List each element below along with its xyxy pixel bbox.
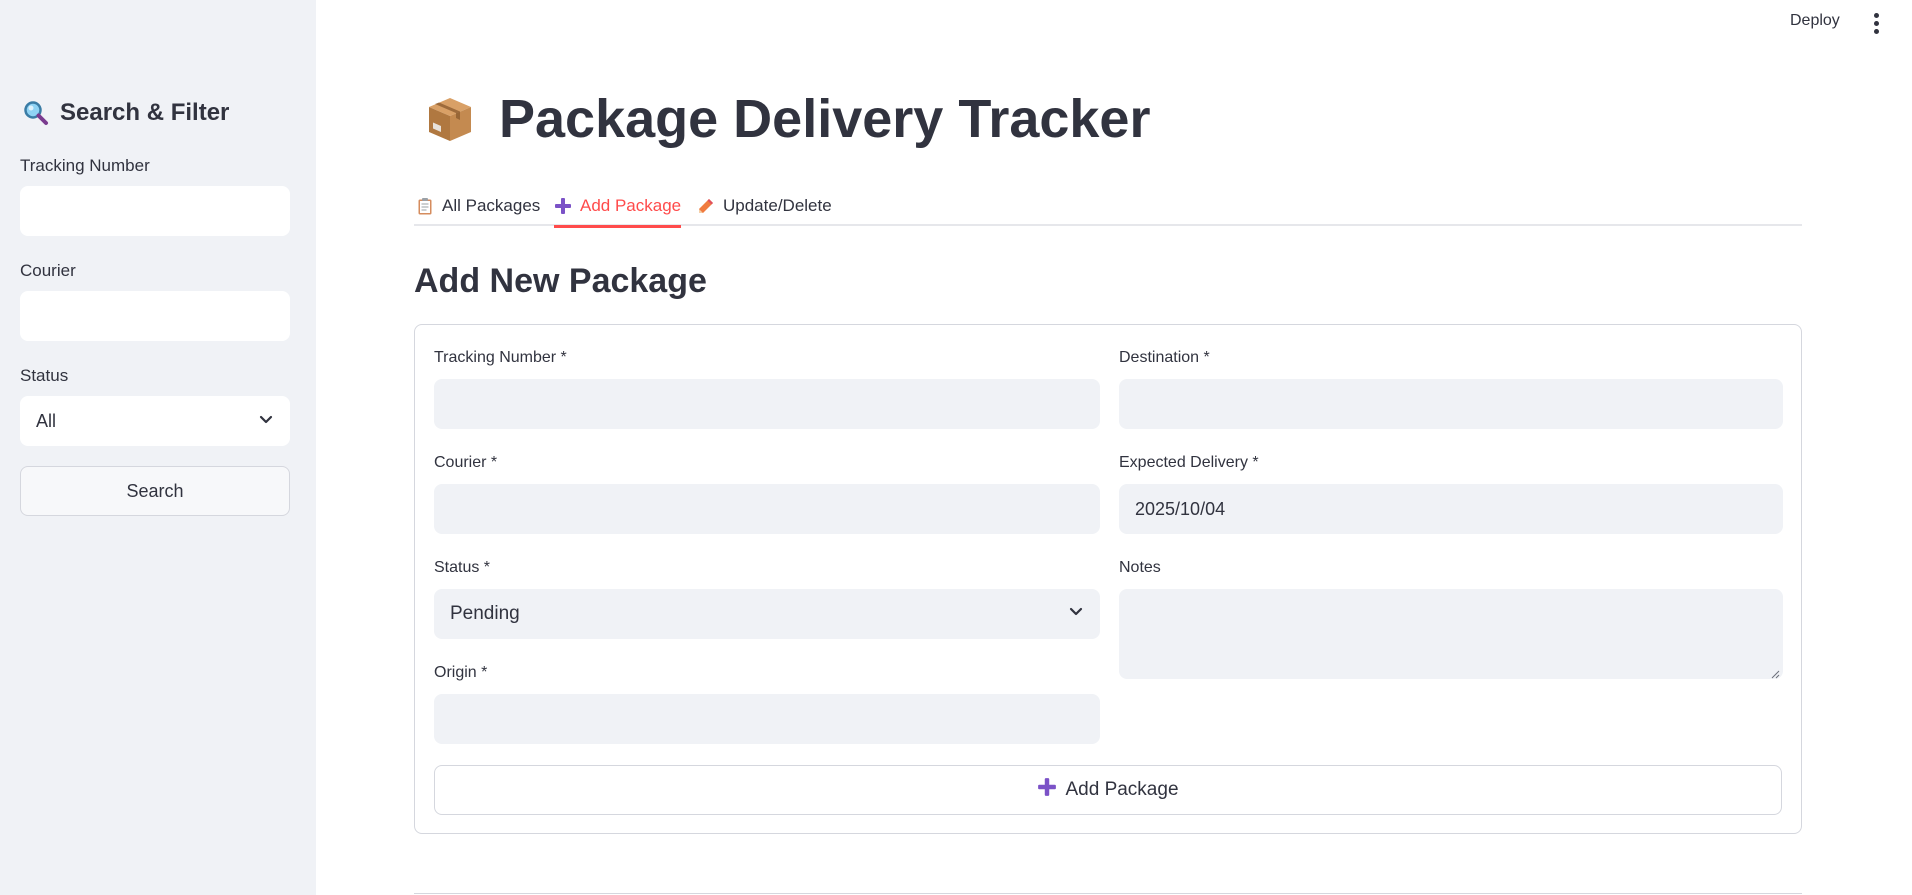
destination-field-label: Destination *	[1119, 349, 1210, 366]
pencil-icon	[697, 197, 715, 215]
plus-icon	[554, 197, 572, 215]
page-title-text: Package Delivery Tracker	[499, 89, 1151, 149]
tab-update-delete[interactable]: Update/Delete	[697, 186, 832, 226]
page-title: Package Delivery Tracker	[423, 88, 1150, 150]
status-select[interactable]: Pending	[434, 589, 1100, 639]
destination-field[interactable]	[1119, 379, 1783, 429]
courier-field-label: Courier *	[434, 454, 498, 471]
add-package-form: Tracking Number * Courier * Status * Pen…	[414, 324, 1802, 834]
divider	[414, 893, 1802, 894]
search-button[interactable]: Search	[20, 466, 290, 516]
sidebar-courier-input[interactable]	[20, 291, 290, 341]
status-field-label: Status *	[434, 559, 491, 576]
tracking-number-label: Tracking Number	[20, 156, 150, 175]
chevron-down-icon	[1068, 603, 1084, 625]
deploy-button[interactable]: Deploy	[1790, 12, 1840, 30]
courier-field[interactable]	[434, 484, 1100, 534]
plus-icon	[1037, 777, 1057, 803]
sidebar-status-select[interactable]: All	[20, 396, 290, 446]
notes-textarea[interactable]	[1119, 589, 1783, 679]
tab-label: All Packages	[442, 196, 541, 215]
sidebar-tracking-input[interactable]	[20, 186, 290, 236]
add-package-button[interactable]: Add Package	[434, 765, 1782, 815]
tab-all-packages[interactable]: All Packages	[416, 186, 540, 226]
sidebar: Search & Filter Tracking Number Courier …	[0, 0, 316, 895]
sidebar-title: Search & Filter	[22, 99, 229, 127]
package-icon	[423, 92, 477, 146]
expected-delivery-field[interactable]: 2025/10/04	[1119, 484, 1783, 534]
tab-label: Update/Delete	[723, 196, 832, 215]
magnifier-icon	[22, 99, 50, 127]
status-label: Status	[20, 366, 69, 385]
chevron-down-icon	[258, 411, 274, 432]
resize-handle-icon[interactable]	[1770, 666, 1780, 679]
status-select-value: Pending	[450, 603, 520, 624]
courier-label: Courier	[20, 261, 76, 280]
add-package-button-label: Add Package	[1065, 779, 1179, 800]
clipboard-icon	[416, 197, 434, 215]
section-title: Add New Package	[414, 262, 707, 300]
tab-bar: All Packages Add Package Update/Delete	[414, 186, 1802, 228]
app-root: Search & Filter Tracking Number Courier …	[0, 0, 1912, 895]
origin-field-label: Origin *	[434, 664, 488, 681]
sidebar-status-value: All	[36, 410, 57, 431]
notes-field-label: Notes	[1119, 559, 1161, 576]
tracking-number-field[interactable]	[434, 379, 1100, 429]
sidebar-title-text: Search & Filter	[60, 99, 230, 126]
tab-label: Add Package	[580, 196, 682, 215]
tracking-number-field-label: Tracking Number *	[434, 349, 567, 366]
kebab-menu-icon[interactable]	[1868, 10, 1884, 36]
expected-delivery-field-label: Expected Delivery *	[1119, 454, 1259, 471]
origin-field[interactable]	[434, 694, 1100, 744]
tab-add-package[interactable]: Add Package	[554, 186, 682, 228]
